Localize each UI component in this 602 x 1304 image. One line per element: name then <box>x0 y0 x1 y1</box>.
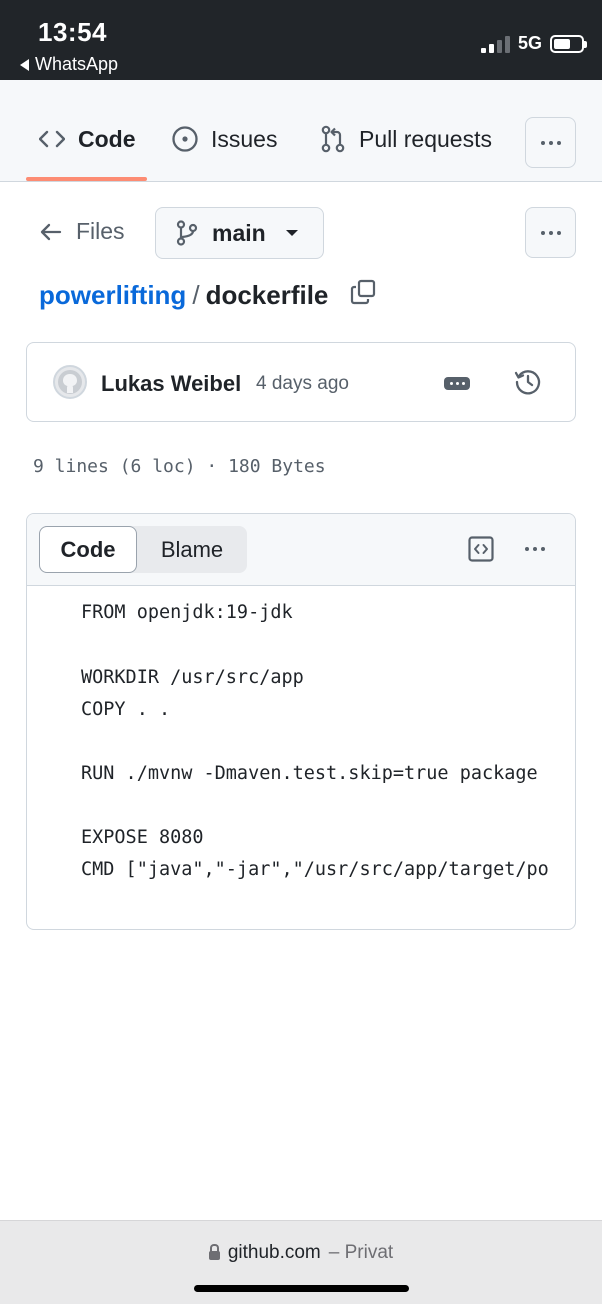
author-avatar[interactable] <box>53 365 87 399</box>
breadcrumb-repo-link[interactable]: powerlifting <box>39 280 186 311</box>
privacy-label: – Privat <box>328 1242 394 1263</box>
file-metadata: 9 lines (6 loc) · 180 Bytes <box>33 456 326 477</box>
cellular-signal-icon <box>480 35 510 53</box>
repo-tab-nav: Code Issues Pull requests <box>0 80 602 182</box>
url-domain: github.com <box>227 1242 321 1263</box>
history-button[interactable] <box>514 368 542 401</box>
branch-selector-button[interactable]: main <box>155 207 324 259</box>
status-time: 13:54 <box>38 17 107 47</box>
file-code-icon <box>468 536 494 562</box>
repo-nav-more-button[interactable] <box>525 117 576 168</box>
issue-opened-icon <box>171 125 199 153</box>
url-display[interactable]: github.com – Privat <box>0 1242 602 1264</box>
branch-name: main <box>212 219 266 246</box>
status-bar: 13:54 WhatsApp 5G <box>0 0 602 80</box>
code-panel-header: Code Blame <box>27 514 575 586</box>
home-indicator[interactable] <box>194 1285 409 1292</box>
code-line: RUN ./mvnw -Dmaven.test.skip=true packag… <box>81 763 538 784</box>
tab-pull-requests-label: Pull requests <box>359 125 492 152</box>
code-line: EXPOSE 8080 <box>81 827 204 848</box>
view-blame-button[interactable]: Blame <box>137 526 247 573</box>
back-app-label: WhatsApp <box>35 54 119 74</box>
kebab-horizontal-icon <box>525 547 545 551</box>
breadcrumb: powerlifting / dockerfile <box>39 279 376 312</box>
git-pull-request-icon <box>319 125 347 153</box>
view-code-button[interactable]: Code <box>39 526 137 573</box>
active-tab-indicator <box>26 177 147 181</box>
github-mark-icon <box>58 370 82 394</box>
commit-author[interactable]: Lukas Weibel <box>101 371 241 397</box>
network-type: 5G <box>517 33 542 53</box>
tab-issues-label: Issues <box>211 125 278 152</box>
kebab-horizontal-icon <box>540 140 561 145</box>
files-back-link[interactable]: Files <box>40 218 125 245</box>
history-icon <box>514 370 541 395</box>
breadcrumb-separator: / <box>192 280 200 310</box>
code-line: COPY . . <box>81 699 171 720</box>
files-label: Files <box>76 218 125 244</box>
latest-commit-box: Lukas Weibel 4 days ago <box>26 342 576 422</box>
arrow-left-icon <box>40 223 62 240</box>
tab-code[interactable]: Code <box>38 125 136 153</box>
browser-address-bar[interactable]: github.com – Privat <box>0 1220 602 1304</box>
commit-message-expand-button[interactable] <box>444 377 470 390</box>
kebab-horizontal-icon <box>540 230 561 235</box>
code-icon <box>38 125 66 153</box>
view-mode-toggle: Code Blame <box>39 526 247 573</box>
tab-pull-requests[interactable]: Pull requests <box>319 125 492 153</box>
copy-icon <box>351 279 376 305</box>
back-arrow-icon <box>20 58 29 71</box>
tab-code-label: Code <box>78 125 136 152</box>
tab-issues[interactable]: Issues <box>171 125 277 153</box>
code-panel: Code Blame FROM openjdk:19-jdk WORKDIR /… <box>26 513 576 930</box>
git-branch-icon <box>176 220 198 246</box>
status-indicators: 5G <box>480 33 587 54</box>
copy-path-button[interactable] <box>350 279 376 312</box>
breadcrumb-file-name: dockerfile <box>205 280 329 310</box>
code-line: CMD ["java","-jar","/usr/src/app/target/… <box>81 859 549 880</box>
commit-time: 4 days ago <box>256 373 349 394</box>
code-line: WORKDIR /usr/src/app <box>81 667 304 688</box>
battery-icon <box>550 34 587 53</box>
triangle-down-icon <box>285 230 298 236</box>
code-line: FROM openjdk:19-jdk <box>81 602 293 623</box>
code-more-button[interactable] <box>525 547 545 551</box>
raw-view-button[interactable] <box>468 536 494 567</box>
code-body: FROM openjdk:19-jdk WORKDIR /usr/src/app… <box>27 586 575 929</box>
file-actions-more-button[interactable] <box>525 207 576 258</box>
back-to-app-link[interactable]: WhatsApp <box>20 54 118 75</box>
lock-icon <box>208 1243 220 1260</box>
